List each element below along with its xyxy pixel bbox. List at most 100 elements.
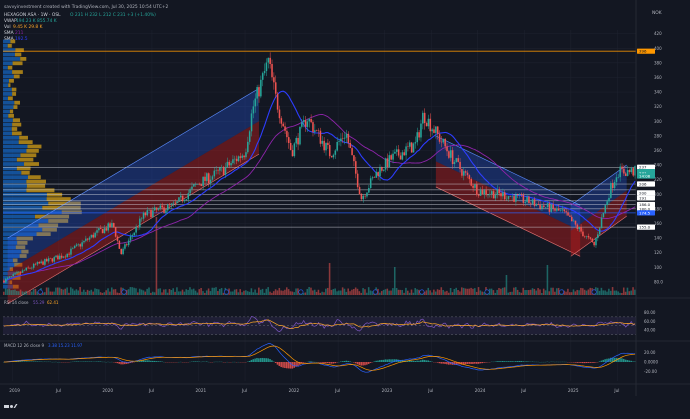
volume-bar (127, 289, 130, 295)
macd-tick-label: 0.0000 (644, 360, 658, 365)
volume-bar (272, 291, 275, 295)
macd-histogram-bar (576, 362, 578, 363)
price-tick-label: 420 (654, 31, 662, 36)
candle-body (118, 240, 121, 249)
candle-body (269, 57, 271, 64)
macd-histogram-bar (339, 361, 342, 362)
macd-histogram-bar (321, 362, 323, 363)
candle-body (405, 146, 407, 156)
volume-bar (142, 290, 145, 295)
volume-bar (390, 290, 392, 295)
candle-body (343, 137, 346, 139)
candle-body (96, 230, 98, 233)
vp-bar-up (3, 70, 13, 74)
candle-body (88, 237, 91, 240)
macd-histogram-bar (151, 360, 154, 362)
candle-body (364, 195, 366, 197)
macd-histogram-bar (574, 362, 577, 363)
price-badge-label: 396 (639, 49, 647, 54)
candle-body (336, 141, 338, 151)
candle-body (513, 196, 515, 202)
vp-bar-up (3, 52, 15, 57)
volume-bar (295, 288, 297, 295)
volume-bar (29, 290, 31, 295)
candle-body (563, 209, 566, 212)
volume-bar (481, 291, 484, 295)
macd-histogram-bar (604, 359, 606, 362)
macd-label[interactable]: MACD 12 26 close 9 (4, 343, 45, 348)
volume-bar (537, 288, 539, 295)
volume-bar (235, 289, 238, 295)
macd-histogram-bar (25, 361, 27, 362)
candle-body (32, 263, 35, 268)
vp-bar-down (7, 96, 13, 101)
sma-label[interactable]: SMA (4, 30, 14, 36)
volume-bar (447, 292, 450, 295)
candle-body (111, 223, 113, 228)
macd-histogram-bar (146, 360, 148, 362)
candle-body (448, 151, 450, 158)
vp-bar-up (3, 122, 13, 127)
vp-bar-up (3, 87, 12, 92)
vp-bar-up (3, 201, 49, 206)
candle-body (446, 146, 448, 152)
candle-body (632, 168, 634, 176)
vp-bar-down (20, 57, 27, 61)
macd-histogram-bar (356, 362, 359, 365)
volume-bar (526, 290, 528, 295)
candle-body (306, 121, 309, 127)
macd-histogram-bar (137, 361, 139, 362)
candle-body (62, 256, 65, 258)
macd-histogram-bar (522, 361, 524, 362)
macd-histogram-bar (498, 361, 500, 362)
candle-body (139, 218, 141, 228)
event-marker (559, 289, 565, 295)
volume-bar (548, 291, 551, 295)
candle-body (3, 280, 5, 283)
vp-bar-up (3, 175, 29, 180)
candle-body (554, 208, 556, 211)
candle-body (531, 199, 534, 204)
vp-bar-up (3, 135, 20, 140)
vp-bar-down (18, 140, 33, 145)
volume-bar (68, 292, 70, 295)
macd-histogram-bar (276, 362, 279, 365)
volume-bar (170, 289, 173, 295)
volume-bar (336, 291, 338, 295)
volume-bar (466, 288, 469, 295)
vp-bar-up (3, 74, 14, 79)
volume-bar (90, 289, 93, 295)
volume-bar (43, 292, 46, 295)
macd-histogram-bar (414, 360, 417, 362)
macd-histogram-bar (274, 362, 277, 364)
volume-bar (248, 291, 251, 295)
volume-bar (511, 291, 513, 295)
vp-bar-up (3, 170, 22, 175)
price-chart-svg[interactable]: 4204003803603403203002802602402202001801… (0, 0, 690, 419)
candle-body (289, 142, 292, 151)
macd-histogram-bar (328, 362, 331, 364)
volume-bar (615, 290, 618, 295)
candle-body (498, 189, 500, 194)
sma2-label[interactable]: SMA (4, 36, 14, 42)
macd-histogram-bar (621, 358, 623, 362)
candle-body (79, 244, 82, 247)
volume-bar (621, 292, 623, 295)
volume-bar (163, 289, 165, 295)
macd-histogram-bar (483, 362, 485, 363)
macd-histogram-bar (293, 362, 295, 368)
volume-bar (505, 275, 508, 295)
symbol-title[interactable]: HEXAGON ASA · 1W · OSL (4, 12, 61, 18)
candle-body (77, 244, 80, 245)
vol-label[interactable]: Vol (4, 24, 11, 30)
vp-bar-up (3, 78, 9, 83)
candle-body (600, 217, 603, 229)
volume-bar (524, 290, 526, 295)
rsi-label[interactable]: RSI 14 close (4, 300, 29, 305)
volume-bar (3, 291, 5, 295)
macd-histogram-bar (436, 362, 439, 363)
candle-body (19, 271, 22, 273)
volume-bar (6, 289, 9, 295)
candle-body (429, 118, 432, 132)
candle-body (103, 228, 106, 234)
